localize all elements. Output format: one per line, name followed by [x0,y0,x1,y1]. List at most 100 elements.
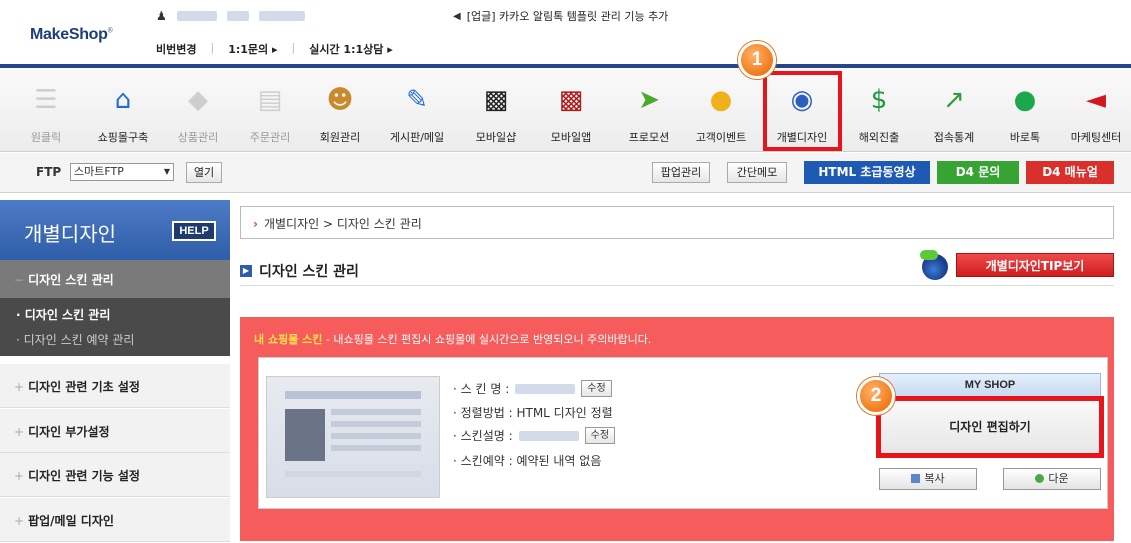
mobile-shop-icon: ▩ [483,85,509,115]
redacted-user-extra [258,11,305,21]
section-title: ▶ 디자인 스킨 관리 [240,261,359,281]
toolbar-label: 쇼핑몰구축 [97,131,149,144]
highlight-edit-design [876,396,1104,458]
sidebar-item-basic-setting[interactable]: + 디자인 관련 기초 설정 [0,364,230,408]
design-tip-button[interactable]: 개별디자인TIP보기 [956,253,1114,277]
d4-mascot-icon [920,250,948,280]
toolbar-item-stats[interactable]: ↗ 접속통계 [920,68,988,152]
edit-skin-desc-button[interactable]: 수정 [584,427,616,444]
sidebar-item-extra-setting[interactable]: + 디자인 부가설정 [0,409,230,453]
sidebar-item-label: 디자인 부가설정 [28,425,110,439]
skin-warning: 내 쇼핑몰 스킨 - 내쇼핑몰 스킨 편집시 쇼핑몰에 실시간으로 반영되오니 … [254,331,651,347]
logo-mark: ® [107,27,113,35]
redacted-skin-name [515,383,576,394]
breadcrumb-text: 개별디자인 > 디자인 스킨 관리 [263,217,422,231]
download-icon [1035,474,1045,483]
d4-manual-button[interactable]: D4 매뉴얼 [1026,161,1114,184]
toolbar-label: 프로모션 [628,131,670,144]
logo-text: MakeShop [30,26,108,43]
breadcrumb: › 개별디자인 > 디자인 스킨 관리 [240,206,1114,239]
simple-memo-button[interactable]: 간단메모 [727,162,787,183]
toolbar-item-overseas[interactable]: $ 해외진출 [845,68,913,152]
toolbar-item-members[interactable]: ☻ 회원관리 [306,68,374,152]
step-badge-2: 2 [857,377,895,415]
warning-text: - 내쇼핑몰 스킨 편집시 쇼핑몰에 실시간으로 반영되오니 주의바랍니다. [322,333,652,346]
toolbar-label: 고객이벤트 [695,131,747,144]
d4-inquiry-button[interactable]: D4 문의 [937,161,1019,184]
toolbar-item-event[interactable]: ● 고객이벤트 [687,68,755,152]
change-password-link[interactable]: 비번변경 [156,41,196,57]
overseas-icon: $ [870,85,888,115]
inquiry-link[interactable]: 1:1문의 ▸ [228,41,277,57]
sort-label: · 정렬방법 : HTML 디자인 정렬 [453,406,613,420]
copy-icon [911,474,921,483]
my-shop-label: MY SHOP [879,373,1101,397]
sidebar-item-feature-setting[interactable]: + 디자인 관련 기능 설정 [0,453,230,497]
download-button-label: 다운 [1048,472,1069,485]
member-icon: ☻ [326,85,354,115]
toolbar-item-board-mail[interactable]: ✎ 게시판/메일 [383,68,451,152]
copy-button[interactable]: 복사 [879,468,977,490]
highlight-design-menu [763,71,842,151]
header-links: 비번변경 | 1:1문의 ▸ | 실시간 1:1상담 ▸ [156,41,393,57]
user-info: ♟ [156,9,305,23]
toolbar-item-marketing[interactable]: ◄ 마케팅센터 [1062,68,1130,152]
megaphone-icon: ◀ [453,10,461,22]
toolbar-label: 게시판/메일 [389,131,445,144]
skin-thumbnail [266,376,440,498]
toolbar-label: 모바일앱 [550,131,592,144]
dropdown-arrow-icon: ▼ [163,167,170,176]
toolbar-label: 상품관리 [177,131,219,144]
sidebar-title: 개별디자인 [24,222,116,246]
event-icon: ● [709,85,733,115]
inquiry-link-label: 1:1문의 [228,43,269,56]
reserve-label: · 스킨예약 : 예약된 내역 없음 [453,454,602,468]
download-button[interactable]: 다운 [1003,468,1101,490]
toolbar-label: 마케팅센터 [1070,131,1122,144]
toolbar-item-orders[interactable]: ▤ 주문관리 [236,68,304,152]
edit-skin-name-button[interactable]: 수정 [581,380,612,397]
sidebar-item-skin-manage[interactable]: − 디자인 스킨 관리 [0,260,230,298]
ftp-label: FTP [36,165,62,179]
marketing-icon: ◄ [1086,85,1106,115]
step-badge-1: 1 [738,41,776,79]
toolbar-item-promotion[interactable]: ➤ 프로모션 [615,68,683,152]
user-icon: ♟ [156,9,167,23]
popup-manage-button[interactable]: 팝업관리 [652,162,710,183]
live-chat-link[interactable]: 실시간 1:1상담 ▸ [309,41,393,57]
notice-text: [업글] 카카오 알림톡 템플릿 관리 기능 추가 [466,10,669,23]
sidebar-sub-skin-manage[interactable]: · 디자인 스킨 관리 [16,306,110,323]
toolbar-item-products[interactable]: ◆ 상품관리 [164,68,232,152]
html-video-button[interactable]: HTML 초급동영상 [804,161,930,184]
copy-button-label: 복사 [924,472,945,485]
home-icon: ⌂ [114,85,132,115]
open-button[interactable]: 열기 [186,162,222,183]
section-title-text: 디자인 스킨 관리 [259,264,359,280]
chat-icon: ● [1013,85,1037,115]
skin-desc-label: · 스킨설명 : [453,429,513,443]
live-chat-link-label: 실시간 1:1상담 [309,43,384,56]
notice-bar[interactable]: ◀ [업글] 카카오 알림톡 템플릿 관리 기능 추가 [453,8,668,24]
sidebar-item-popup-mail[interactable]: + 팝업/메일 디자인 [0,498,230,542]
play-icon: ▶ [240,265,252,277]
toolbar-item-oneclick[interactable]: ☰ 원클릭 [12,68,80,152]
sidebar-sub-skin-reserve[interactable]: · 디자인 스킨 예약 관리 [16,331,134,348]
toolbar-label: 주문관리 [249,131,291,144]
sidebar-item-label: 팝업/메일 디자인 [28,514,114,528]
toolbar-item-mobile-app[interactable]: ▩ 모바일앱 [537,68,605,152]
tag-icon: ◆ [188,85,208,115]
section-divider [240,285,1114,286]
toolbar-item-barotalk[interactable]: ● 바로톡 [991,68,1059,152]
plus-icon: + [14,469,25,483]
toolbar-item-mobile-shop[interactable]: ▩ 모바일샵 [462,68,530,152]
makeshop-logo[interactable]: MakeShop® [30,26,113,44]
sort-row: · 정렬방법 : HTML 디자인 정렬 [453,404,613,421]
redacted-user-id [176,11,217,21]
warning-highlight: 내 쇼핑몰 스킨 [254,333,323,346]
help-button[interactable]: HELP [172,221,216,241]
divider: | [210,41,215,54]
toolbar-item-shop-build[interactable]: ⌂ 쇼핑몰구축 [89,68,157,152]
ftp-select[interactable]: 스마트FTP ▼ [70,163,174,181]
chevron-right-icon: › [253,217,258,231]
toolbar-label: 접속통계 [933,131,975,144]
